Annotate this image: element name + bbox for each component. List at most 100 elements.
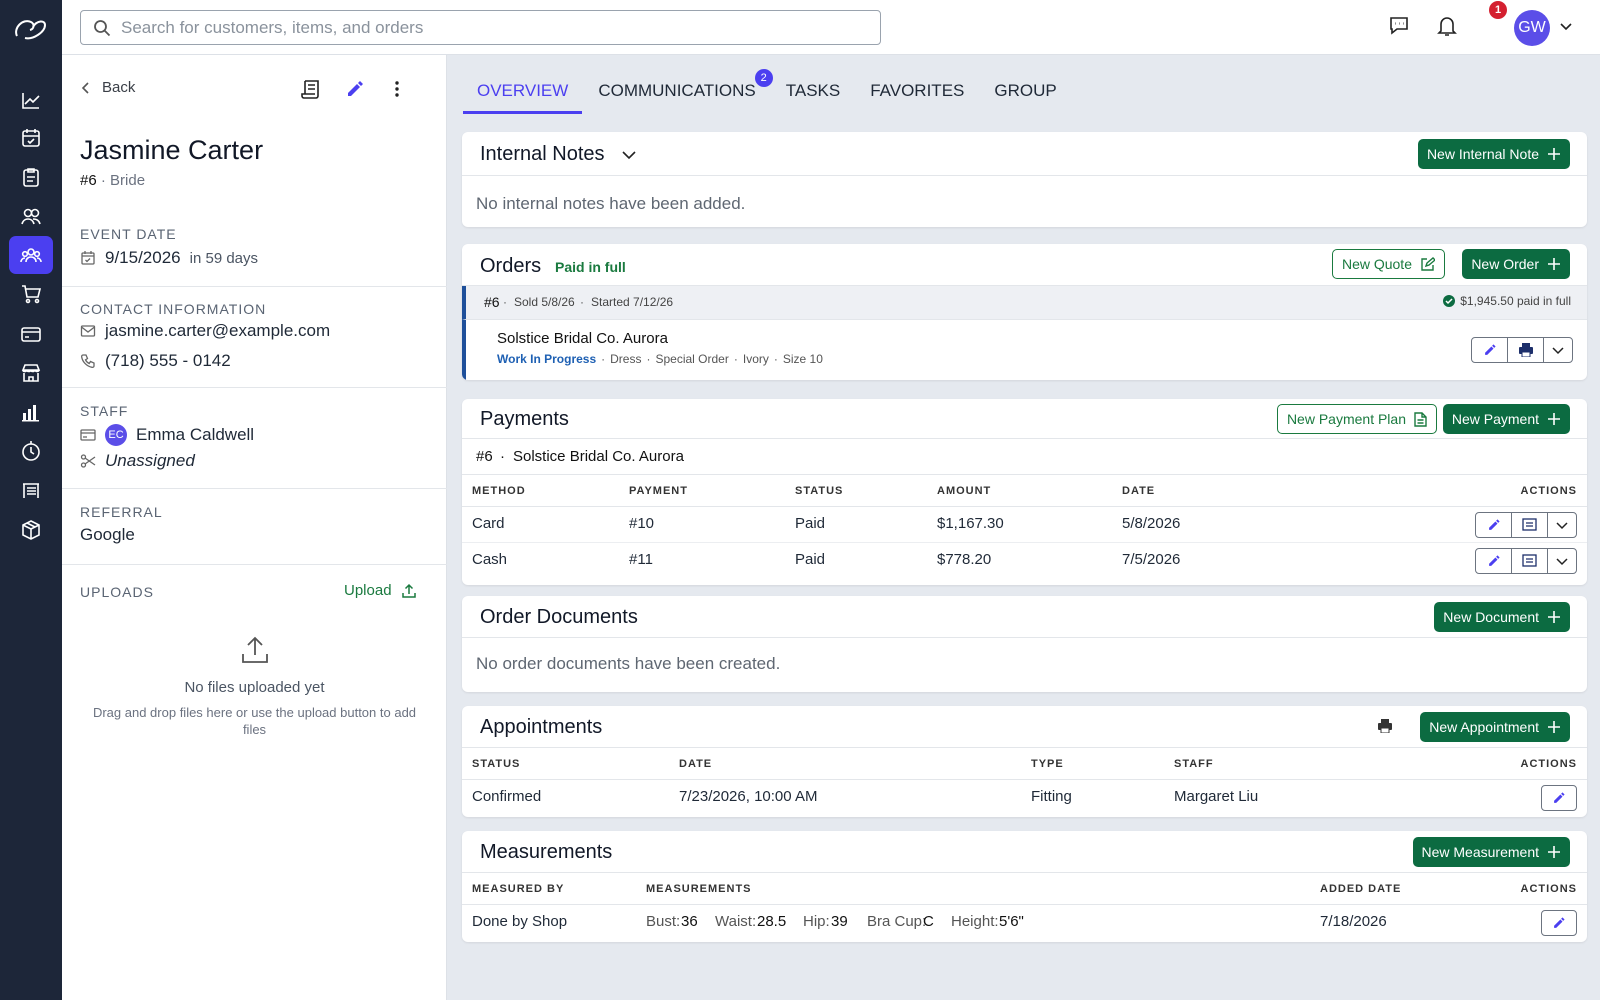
chevron-down-icon[interactable] bbox=[1544, 338, 1572, 362]
payment-date: 7/5/2026 bbox=[1122, 551, 1181, 568]
customer-panel: Back Jasmine Carter #6 · Bride EVENT DAT… bbox=[62, 55, 447, 1000]
tab-group[interactable]: GROUP bbox=[980, 77, 1070, 114]
user-avatar[interactable]: GW bbox=[1514, 10, 1550, 46]
nav-cart-icon[interactable] bbox=[9, 275, 53, 313]
new-order-button[interactable]: New Order bbox=[1462, 249, 1570, 279]
tab-overview[interactable]: OVERVIEW bbox=[463, 77, 583, 114]
nav-calendar-icon[interactable] bbox=[9, 119, 53, 157]
internal-notes-title[interactable]: Internal Notes bbox=[480, 143, 605, 166]
table-row[interactable]: Card #10 Paid $1,167.30 5/8/2026 bbox=[462, 507, 1587, 543]
paid-summary-text: $1,945.50 paid in full bbox=[1460, 294, 1571, 308]
tab-label: GROUP bbox=[994, 81, 1057, 100]
new-measurement-button[interactable]: New Measurement bbox=[1412, 837, 1570, 867]
separator-dot: · bbox=[601, 352, 606, 366]
tab-tasks[interactable]: TASKS bbox=[772, 77, 854, 114]
payments-card: Payments New Payment Plan New Payment #6… bbox=[462, 399, 1587, 585]
receipt-icon[interactable] bbox=[1512, 549, 1548, 573]
app-logo-icon[interactable] bbox=[11, 14, 51, 44]
customer-email[interactable]: jasmine.carter@example.com bbox=[105, 321, 330, 341]
edit-pencil-icon[interactable] bbox=[1476, 549, 1512, 573]
payment-order-item: Solstice Bridal Co. Aurora bbox=[513, 448, 684, 465]
card-header: Internal Notes New Internal Note bbox=[462, 132, 1587, 176]
order-item-row[interactable]: Solstice Bridal Co. Aurora Work In Progr… bbox=[462, 320, 1587, 380]
search-input[interactable] bbox=[121, 17, 821, 38]
chevron-down-icon[interactable] bbox=[621, 148, 637, 162]
nav-analytics-icon[interactable] bbox=[9, 81, 53, 119]
tab-favorites[interactable]: FAVORITES bbox=[856, 77, 978, 114]
nav-contacts-icon[interactable] bbox=[9, 197, 53, 235]
appointments-title: Appointments bbox=[480, 716, 603, 738]
new-document-button[interactable]: New Document bbox=[1434, 602, 1570, 632]
edit-pencil-icon[interactable] bbox=[345, 79, 365, 99]
hip-label: Hip: bbox=[803, 913, 830, 930]
nav-payments-icon[interactable] bbox=[9, 315, 53, 353]
nav-racks-icon[interactable] bbox=[9, 471, 53, 509]
staff-avatar: EC bbox=[105, 424, 127, 446]
nav-customers-icon[interactable] bbox=[9, 236, 53, 274]
item-status[interactable]: Work In Progress bbox=[497, 352, 596, 366]
printer-icon[interactable] bbox=[1377, 719, 1393, 733]
chevron-down-icon[interactable] bbox=[1548, 549, 1576, 573]
email-row[interactable]: jasmine.carter@example.com bbox=[80, 321, 330, 341]
chevron-down-icon[interactable] bbox=[1548, 513, 1576, 537]
orders-status: Paid in full bbox=[555, 259, 626, 275]
edit-measurement-button[interactable] bbox=[1541, 910, 1577, 936]
order-paid-summary: $1,945.50 paid in full bbox=[1443, 294, 1571, 308]
order-header-row[interactable]: #6 · Sold 5/8/26 · Started 7/12/26 $1,94… bbox=[462, 286, 1587, 320]
item-name: Solstice Bridal Co. Aurora bbox=[497, 330, 668, 347]
column-header: DATE bbox=[679, 758, 713, 770]
event-relative: in 59 days bbox=[189, 249, 259, 267]
new-payment-plan-button[interactable]: New Payment Plan bbox=[1276, 404, 1437, 434]
payment-amount: $778.20 bbox=[937, 551, 992, 568]
printer-icon[interactable] bbox=[1508, 338, 1544, 362]
item-meta: Work In Progress · Dress · Special Order · … bbox=[497, 352, 823, 366]
order-sold: Sold 5/8/26 bbox=[514, 295, 575, 309]
table-row[interactable]: Cash #11 Paid $778.20 7/5/2026 bbox=[462, 543, 1587, 579]
upload-label: Upload bbox=[344, 582, 392, 599]
back-button[interactable]: Back bbox=[80, 79, 135, 96]
upload-button[interactable]: Upload bbox=[344, 582, 417, 599]
chevron-down-icon[interactable] bbox=[1559, 20, 1573, 34]
order-started: Started 7/12/26 bbox=[591, 295, 674, 309]
phone-row[interactable]: (718) 555 - 0142 bbox=[80, 351, 231, 371]
staff-row[interactable]: EC Emma Caldwell bbox=[80, 424, 254, 446]
nav-timer-icon[interactable] bbox=[9, 432, 53, 470]
measured-by: Done by Shop bbox=[472, 913, 568, 930]
payments-table-header: METHOD PAYMENT STATUS AMOUNT DATE ACTION… bbox=[462, 475, 1587, 507]
nav-rail bbox=[0, 0, 62, 1000]
new-internal-note-button[interactable]: New Internal Note bbox=[1417, 139, 1570, 169]
plus-icon bbox=[1547, 257, 1561, 271]
plus-icon bbox=[1547, 720, 1561, 734]
edit-pencil-icon[interactable] bbox=[1472, 338, 1508, 362]
new-appointment-button[interactable]: New Appointment bbox=[1420, 712, 1570, 742]
messages-icon[interactable] bbox=[1388, 14, 1410, 36]
new-quote-button[interactable]: New Quote bbox=[1331, 249, 1445, 279]
staff-label: STAFF bbox=[80, 403, 129, 419]
search-icon bbox=[93, 19, 111, 37]
receipt-icon[interactable] bbox=[300, 78, 322, 100]
nav-inventory-icon[interactable] bbox=[9, 511, 53, 549]
seamstress-row[interactable]: Unassigned bbox=[80, 451, 195, 471]
staff-unassigned: Unassigned bbox=[105, 451, 195, 470]
referral-value: Google bbox=[80, 525, 135, 544]
separator-dot: · bbox=[773, 352, 778, 366]
new-payment-button[interactable]: New Payment bbox=[1442, 404, 1570, 434]
table-row[interactable]: Confirmed 7/23/2026, 10:00 AM Fitting Ma… bbox=[462, 780, 1587, 816]
search-box[interactable] bbox=[80, 10, 881, 45]
button-label: New Order bbox=[1471, 256, 1539, 272]
customer-phone[interactable]: (718) 555 - 0142 bbox=[105, 351, 231, 371]
column-header: TYPE bbox=[1031, 758, 1064, 770]
table-row[interactable]: Done by Shop Bust: 36 Waist: 28.5 Hip: 3… bbox=[462, 905, 1587, 941]
nav-clipboard-icon[interactable] bbox=[9, 158, 53, 196]
nav-reports-icon[interactable] bbox=[9, 393, 53, 431]
receipt-icon[interactable] bbox=[1512, 513, 1548, 537]
edit-pencil-icon[interactable] bbox=[1476, 513, 1512, 537]
bell-icon[interactable] bbox=[1436, 14, 1458, 38]
edit-pencil-icon bbox=[1552, 916, 1566, 930]
back-label: Back bbox=[102, 79, 136, 96]
nav-store-icon[interactable] bbox=[9, 354, 53, 392]
edit-appointment-button[interactable] bbox=[1541, 785, 1577, 811]
tab-communications[interactable]: COMMUNICATIONS 2 bbox=[584, 69, 773, 114]
more-vertical-icon[interactable] bbox=[394, 79, 400, 99]
item-tag: Ivory bbox=[742, 352, 769, 366]
